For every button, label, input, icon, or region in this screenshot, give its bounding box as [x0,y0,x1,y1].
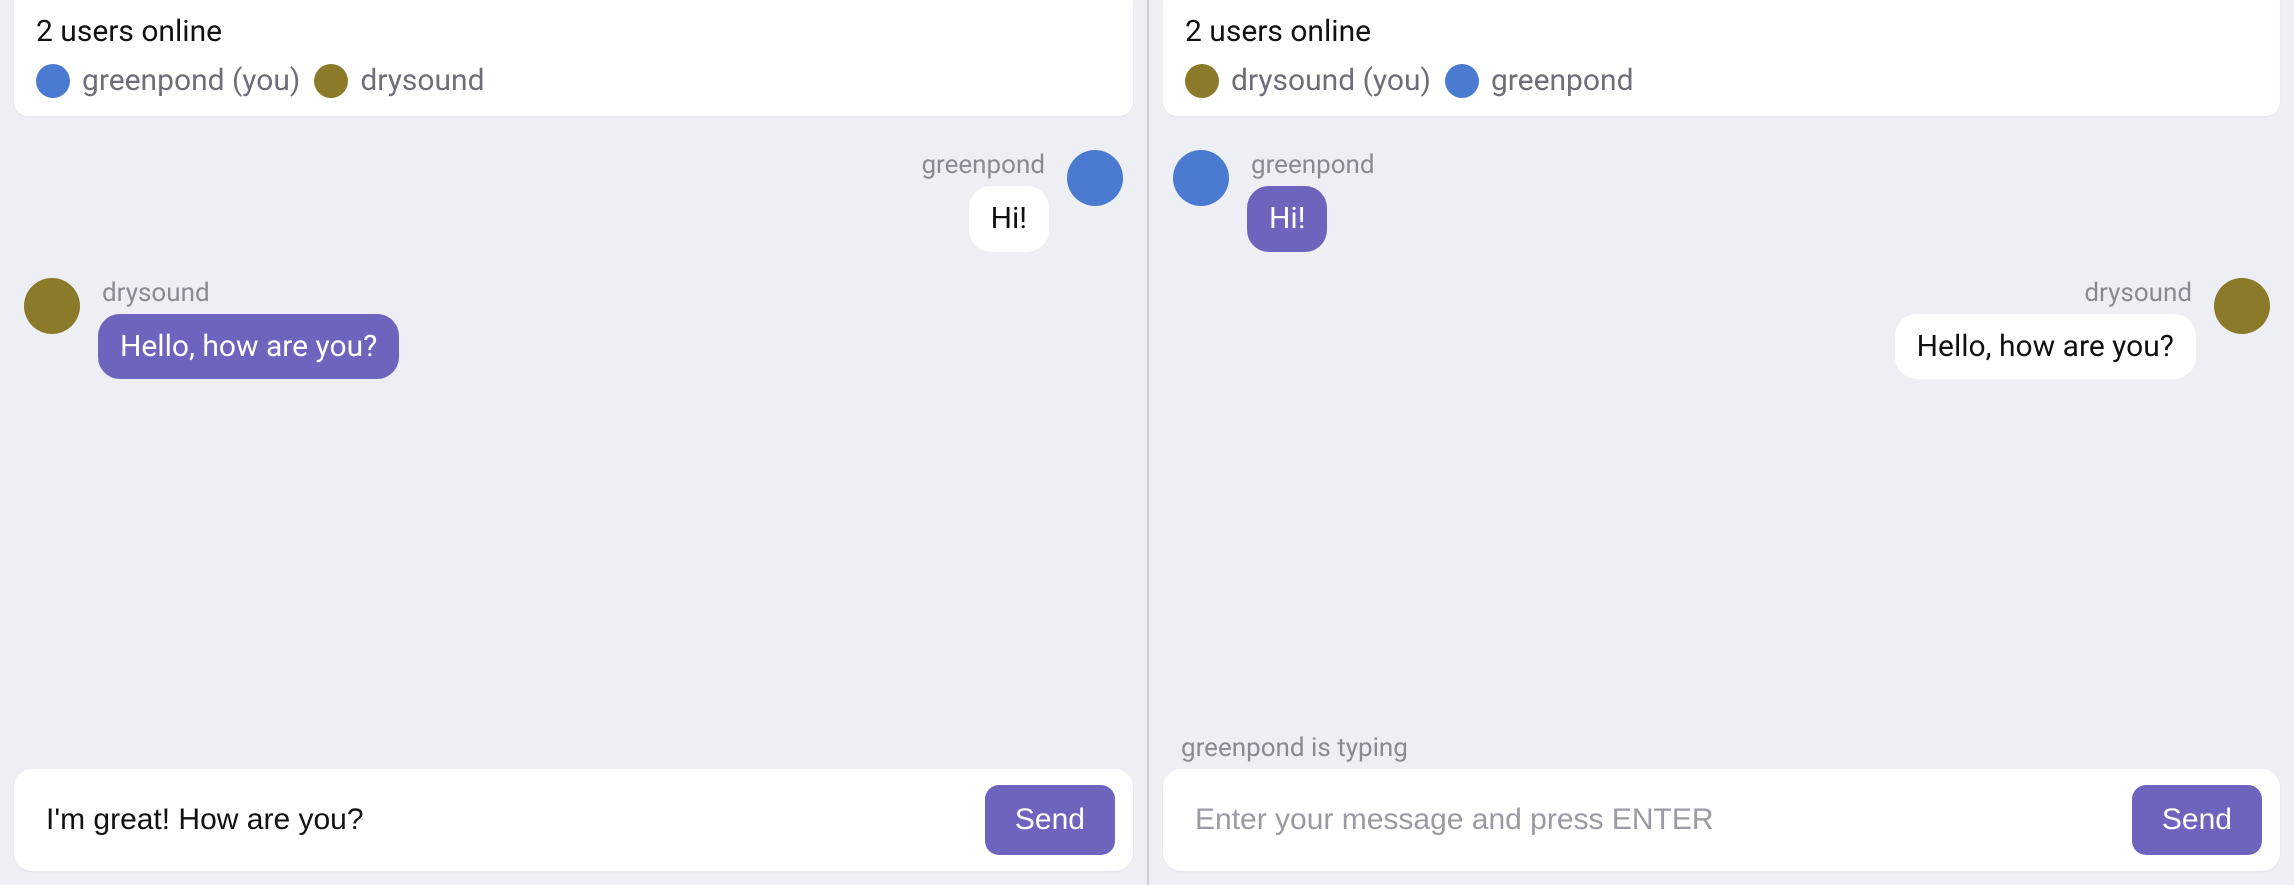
presence-item: greenpond [1445,63,1634,98]
message-body: drysound Hello, how are you? [98,278,399,380]
user-color-dot [36,64,70,98]
presence-bar: 2 users online greenpond (you) drysound [14,0,1133,116]
message-bubble: Hi! [1247,186,1327,252]
presence-count: 2 users online [36,14,1111,49]
chat-pane-right: 2 users online drysound (you) greenpond … [1147,0,2294,885]
message-bubble: Hi! [969,186,1049,252]
message-input[interactable] [32,793,967,847]
typing-indicator [0,737,1147,769]
presence-name: drysound [360,63,484,98]
user-color-dot [1185,64,1219,98]
message-row: drysound Hello, how are you? [1173,278,2270,380]
message-body: greenpond Hi! [917,150,1049,252]
avatar [1067,150,1123,206]
message-sender: greenpond [917,150,1049,180]
message-sender: drysound [98,278,214,308]
message-body: greenpond Hi! [1247,150,1379,252]
message-bubble: Hello, how are you? [98,314,399,380]
message-row: greenpond Hi! [24,150,1123,252]
presence-item: greenpond (you) [36,63,300,98]
presence-name: greenpond (you) [82,63,300,98]
composer: Send [14,769,1133,871]
presence-name: greenpond [1491,63,1634,98]
send-button[interactable]: Send [2132,785,2262,855]
user-color-dot [314,64,348,98]
presence-item: drysound [314,63,484,98]
chat-pane-left: 2 users online greenpond (you) drysound … [0,0,1147,885]
message-sender: drysound [2080,278,2196,308]
message-input[interactable] [1181,793,2114,847]
message-row: greenpond Hi! [1173,150,2270,252]
avatar [24,278,80,334]
message-list[interactable]: greenpond Hi! drysound Hello, how are yo… [0,116,1147,737]
presence-item: drysound (you) [1185,63,1431,98]
presence-count: 2 users online [1185,14,2258,49]
avatar [1173,150,1229,206]
message-row: drysound Hello, how are you? [24,278,1123,380]
typing-indicator: greenpond is typing [1149,733,2294,769]
send-button[interactable]: Send [985,785,1115,855]
presence-list: drysound (you) greenpond [1185,63,2258,98]
composer: Send [1163,769,2280,871]
message-bubble: Hello, how are you? [1895,314,2196,380]
message-body: drysound Hello, how are you? [1895,278,2196,380]
presence-bar: 2 users online drysound (you) greenpond [1163,0,2280,116]
avatar [2214,278,2270,334]
presence-name: drysound (you) [1231,63,1431,98]
presence-list: greenpond (you) drysound [36,63,1111,98]
message-sender: greenpond [1247,150,1379,180]
user-color-dot [1445,64,1479,98]
message-list[interactable]: greenpond Hi! drysound Hello, how are yo… [1149,116,2294,733]
